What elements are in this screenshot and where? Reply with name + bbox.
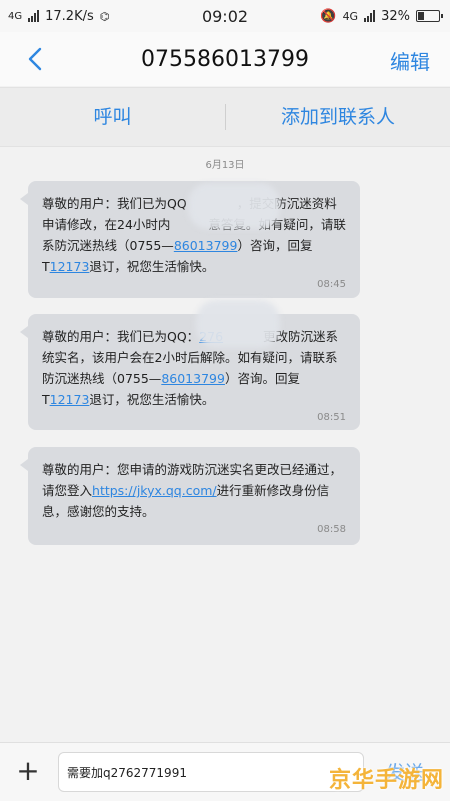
redaction-blur <box>188 183 280 229</box>
message-text-2: 尊敬的用户：我们已为QQ：276更改防沉迷系统实名，该用户会在2小时后解除。如有… <box>42 326 346 410</box>
phone-link[interactable]: 86013799 <box>174 238 238 253</box>
redaction-blur <box>196 300 280 348</box>
battery-icon <box>416 10 443 22</box>
date-separator: 6月13日 <box>205 160 245 171</box>
network-speed: 17.2K/s <box>45 8 94 24</box>
contact-number-title: 07558601379​9 <box>141 46 309 72</box>
unsubscribe-code-link[interactable]: 12173 <box>50 259 90 274</box>
message-2-part: 尊敬的用户：我们已为QQ： <box>42 329 200 344</box>
status-bar: 4G 17.2K/s ⌬ 09:02 🔕 4G 32% <box>0 0 450 32</box>
message-1-part: 尊敬的用户：我们已为QQ <box>42 196 187 211</box>
phone-link[interactable]: 86013799 <box>161 371 225 386</box>
status-right: 🔕 4G 32% <box>320 9 450 24</box>
watermark-logo: 京华手游网 <box>328 768 444 793</box>
battery-percent: 32% <box>381 8 410 24</box>
signal-icon-right <box>364 10 376 22</box>
message-1-part: 退订，祝您生活愉快。 <box>89 259 215 274</box>
nfc-icon: ⌬ <box>99 9 110 23</box>
edit-button[interactable]: 编辑 <box>390 46 430 75</box>
website-link[interactable]: https://jkyx.qq.com/ <box>92 483 217 498</box>
battery-fill <box>418 12 424 20</box>
signal-icon <box>28 10 40 22</box>
message-bubble-2[interactable]: 尊敬的用户：我们已为QQ：276更改防沉迷系统实名，该用户会在2小时后解除。如有… <box>20 300 360 430</box>
message-bubble-1[interactable]: 尊敬的用户：我们已为QQ ，提交防沉迷资料申请修改，在24小时内 意答复。如有疑问，… <box>20 181 360 298</box>
conversation-header: 07558601379​9 编辑 <box>0 32 450 86</box>
contact-actions-bar: 呼叫 添加到联系人 <box>0 87 450 147</box>
message-time-2: 08:51 <box>317 412 346 423</box>
network-type-right: 4G <box>342 9 359 23</box>
message-text-3: 尊敬的用户：您申请的游戏防沉迷实名更改已经通过，请您登入https://jkyx… <box>42 459 346 522</box>
mute-icon: 🔕 <box>320 8 337 24</box>
message-2-part: 退订，祝您生活愉快。 <box>89 392 215 407</box>
message-input[interactable] <box>58 752 364 792</box>
call-button[interactable]: 呼叫 <box>0 88 225 146</box>
message-bubble-3[interactable]: 尊敬的用户：您申请的游戏防沉迷实名更改已经通过，请您登入https://jkyx… <box>20 447 360 545</box>
status-left: 4G 17.2K/s ⌬ <box>0 9 109 24</box>
add-to-contacts-button[interactable]: 添加到联系人 <box>226 88 450 146</box>
network-type-left: 4G <box>8 10 23 22</box>
add-attachment-icon[interactable]: + <box>14 757 42 785</box>
message-time-3: 08:58 <box>317 524 346 535</box>
back-arrow-icon[interactable] <box>22 45 50 73</box>
unsubscribe-code-link[interactable]: 12173 <box>50 392 90 407</box>
message-time-1: 08:45 <box>317 279 346 290</box>
